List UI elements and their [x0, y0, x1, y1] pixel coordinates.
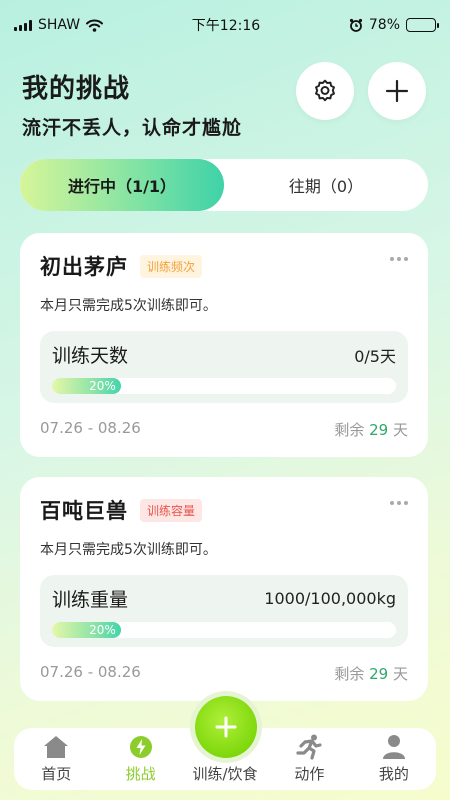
plus-icon [385, 79, 409, 103]
challenge-tag: 训练容量 [140, 498, 203, 522]
progress-label: 20% [89, 623, 116, 637]
tabbar-label: 首页 [41, 765, 72, 783]
remain-days: 29 [369, 421, 389, 439]
remain-suffix: 天 [392, 665, 408, 683]
more-options-icon[interactable] [390, 257, 408, 261]
progress-bar: 20% [52, 622, 396, 638]
metric-value: 0/5天 [354, 346, 396, 366]
date-range: 07.26 - 08.26 [40, 419, 141, 437]
status-right: 78% [349, 17, 439, 33]
header: 我的挑战 流汗不丢人，认命才尴尬 [22, 68, 242, 140]
challenge-description: 本月只需完成5次训练即可。 [40, 298, 217, 314]
battery-percent: 78% [368, 17, 400, 33]
tabbar-label: 挑战 [125, 765, 156, 783]
metric-label: 训练重量 [52, 589, 129, 611]
remain-prefix: 剩余 [334, 665, 365, 683]
challenge-title: 百吨巨兽 [40, 499, 128, 523]
metric-box: 训练天数 0/5天 20% [40, 331, 408, 403]
home-icon [43, 734, 69, 760]
metric-box: 训练重量 1000/100,000kg 20% [40, 575, 408, 647]
challenge-tag: 训练频次 [140, 254, 203, 278]
tabbar-item-home[interactable]: 首页 [14, 728, 98, 790]
wifi-icon [86, 19, 104, 32]
page-subtitle: 流汗不丢人，认命才尴尬 [22, 117, 243, 139]
challenge-card[interactable]: 百吨巨兽 训练容量 本月只需完成5次训练即可。 训练重量 1000/100,00… [20, 477, 428, 701]
training-diet-plus-button[interactable] [195, 696, 257, 758]
remain-prefix: 剩余 [334, 421, 365, 439]
tab-past[interactable]: 往期（0） [224, 159, 428, 211]
days-remaining: 剩余 29 天 [334, 419, 408, 440]
metric-value: 1000/100,000kg [264, 589, 396, 608]
tabbar-label: 训练/饮食 [192, 765, 258, 783]
days-remaining: 剩余 29 天 [334, 663, 408, 684]
page-title: 我的挑战 [22, 74, 131, 104]
status-left: SHAW [14, 17, 104, 33]
status-bar: SHAW 下午12:16 78% [0, 0, 450, 50]
challenge-tabs: 进行中（1/1） 往期（0） [20, 159, 428, 211]
add-challenge-button[interactable] [368, 62, 426, 120]
tabbar-item-challenge[interactable]: 挑战 [98, 728, 182, 790]
card-footer: 07.26 - 08.26 剩余 29 天 [40, 419, 408, 440]
challenge-title: 初出茅庐 [40, 255, 128, 279]
tabbar-item-profile[interactable]: 我的 [352, 728, 436, 790]
gear-icon [315, 79, 335, 102]
progress-fill: 20% [52, 378, 121, 394]
progress-label: 20% [89, 379, 116, 393]
battery-icon [406, 18, 439, 32]
tabbar-label: 我的 [378, 765, 409, 783]
settings-button[interactable] [296, 62, 354, 120]
carrier-name: SHAW [38, 17, 81, 33]
date-range: 07.26 - 08.26 [40, 663, 141, 681]
status-time: 下午12:16 [191, 18, 261, 34]
progress-fill: 20% [52, 622, 121, 638]
challenge-card[interactable]: 初出茅庐 训练频次 本月只需完成5次训练即可。 训练天数 0/5天 20% 07… [20, 233, 428, 457]
remain-suffix: 天 [392, 421, 408, 439]
remain-days: 29 [369, 665, 389, 683]
more-options-icon[interactable] [390, 501, 408, 505]
tabbar-item-exercises[interactable]: 动作 [267, 728, 351, 790]
challenge-description: 本月只需完成5次训练即可。 [40, 542, 217, 558]
card-footer: 07.26 - 08.26 剩余 29 天 [40, 663, 408, 684]
profile-icon [382, 734, 406, 760]
tabbar-label: 动作 [294, 765, 325, 783]
metric-label: 训练天数 [52, 345, 129, 367]
progress-bar: 20% [52, 378, 396, 394]
running-icon [295, 734, 323, 760]
card-header: 初出茅庐 训练频次 [40, 251, 408, 281]
tab-in-progress[interactable]: 进行中（1/1） [20, 159, 224, 211]
plus-icon [215, 716, 237, 738]
alarm-icon [349, 18, 362, 32]
card-header: 百吨巨兽 训练容量 [40, 495, 408, 525]
signal-icon [14, 19, 32, 31]
lightning-icon [129, 734, 153, 760]
